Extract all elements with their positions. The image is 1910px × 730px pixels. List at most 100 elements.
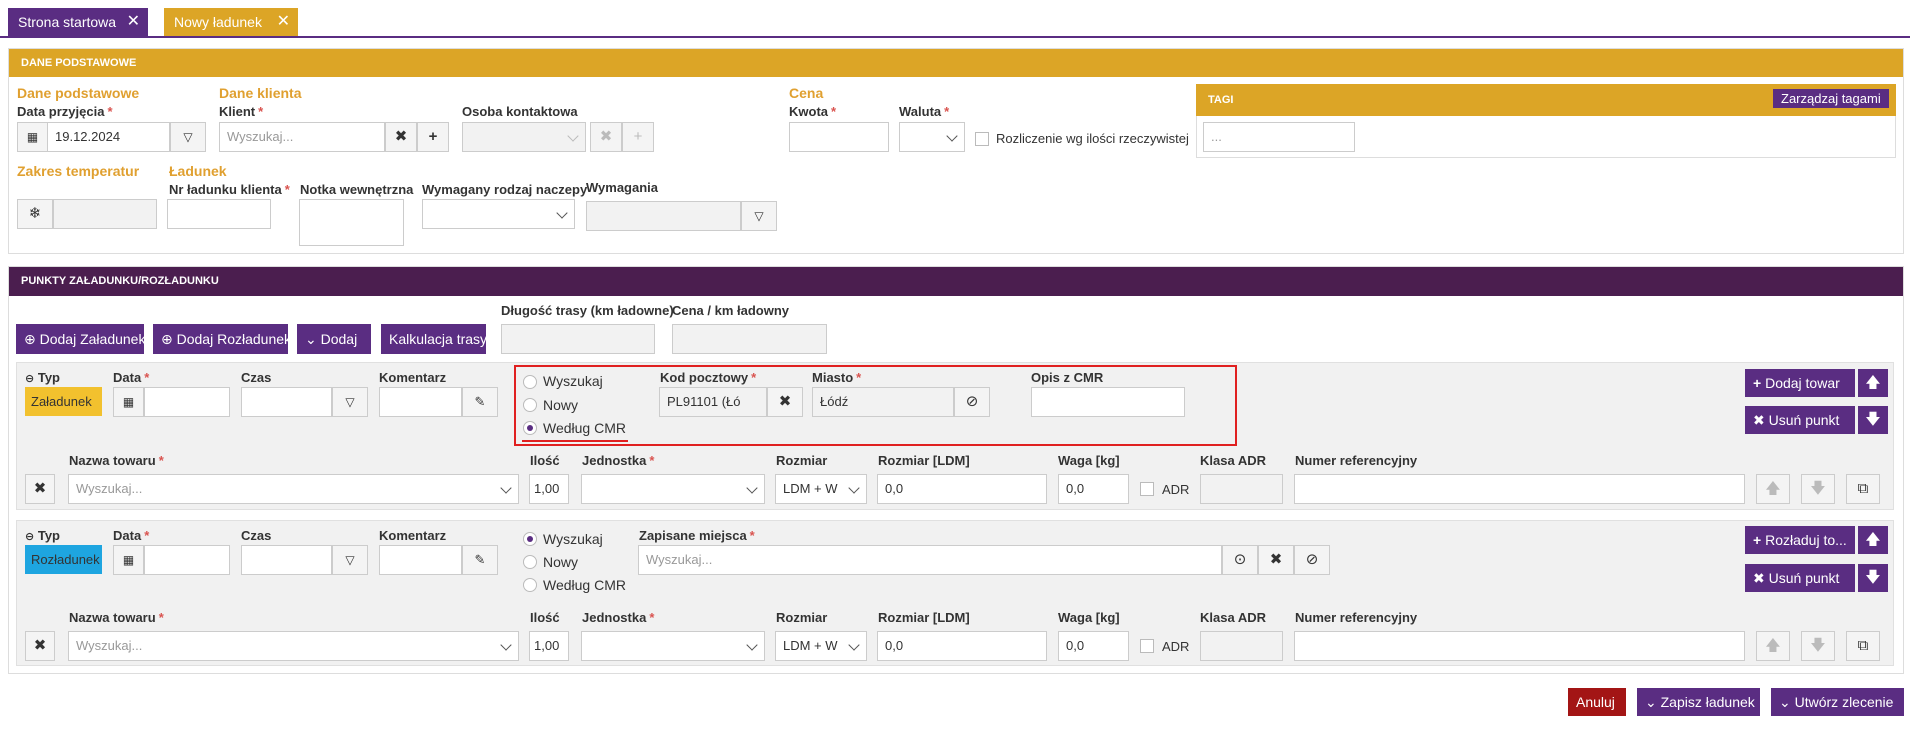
size-select[interactable]: LDM + W	[775, 474, 867, 504]
calendar-icon[interactable]: ▦	[113, 387, 144, 417]
ldm-label: Rozmiar [LDM]	[878, 610, 970, 625]
adr-class-input[interactable]	[1200, 631, 1283, 661]
copy-icon[interactable]: ⧉	[1846, 474, 1880, 504]
remove-point-button[interactable]: ✖ Usuń punkt	[1745, 406, 1855, 434]
settle-checkbox[interactable]	[975, 132, 989, 146]
stop-date-input[interactable]	[144, 387, 230, 417]
price-per-km-input[interactable]	[672, 324, 827, 354]
adr-class-input[interactable]	[1200, 474, 1283, 504]
edit-icon[interactable]: ✎	[462, 545, 498, 575]
contact-clear-icon[interactable]: ✖	[590, 122, 622, 152]
target-icon[interactable]: ⊙	[1222, 545, 1258, 575]
route-length-input[interactable]	[501, 324, 655, 354]
move-down-icon[interactable]: 🡇	[1858, 406, 1888, 434]
goods-up-icon[interactable]: 🡅	[1756, 631, 1790, 661]
collapse-icon[interactable]: ⊖	[25, 531, 34, 543]
route-calc-button[interactable]: Kalkulacja trasy	[381, 324, 487, 354]
radio-by-cmr[interactable]	[523, 578, 537, 592]
unit-select[interactable]	[581, 631, 765, 661]
goods-select[interactable]: Wyszukaj...	[68, 474, 519, 504]
unload-to-button[interactable]: + Rozładuj to...	[1745, 526, 1855, 554]
city-input[interactable]: Łódź	[812, 387, 954, 417]
collapse-icon[interactable]: ⊖	[25, 373, 34, 385]
weight-input[interactable]: 0,0	[1058, 474, 1129, 504]
temperature-input[interactable]	[53, 199, 157, 229]
unit-label: Jednostka *	[582, 453, 655, 468]
currency-select[interactable]	[899, 122, 965, 152]
postal-clear-icon[interactable]: ✖	[767, 387, 803, 417]
close-icon[interactable]: ✕	[277, 8, 290, 36]
add-loading-button[interactable]: ⊕ Dodaj Załadunek	[16, 324, 145, 354]
client-add-icon[interactable]: +	[417, 122, 449, 152]
copy-icon[interactable]: ⧉	[1846, 631, 1880, 661]
requirements-filter-icon[interactable]: ▽	[741, 201, 777, 231]
remove-goods-icon[interactable]: ✖	[25, 631, 55, 661]
goods-down-icon[interactable]: 🡇	[1801, 474, 1835, 504]
cmr-desc-input[interactable]	[1031, 387, 1185, 417]
note-textarea[interactable]	[299, 199, 404, 246]
stop-date-input[interactable]	[144, 545, 230, 575]
radio-search[interactable]	[523, 375, 537, 389]
amount-input[interactable]	[789, 122, 889, 152]
radio-new[interactable]	[523, 398, 537, 412]
date-filter-icon[interactable]: ▽	[170, 122, 206, 152]
manage-tags-button[interactable]: Zarządzaj tagami	[1773, 89, 1889, 108]
move-down-icon[interactable]: 🡇	[1858, 564, 1888, 592]
snowflake-icon[interactable]: ❄	[17, 199, 53, 229]
cargo-no-input[interactable]	[167, 199, 271, 229]
adr-checkbox[interactable]	[1140, 482, 1154, 496]
qty-input[interactable]: 1,00	[529, 631, 569, 661]
time-filter-icon[interactable]: ▽	[332, 387, 368, 417]
client-clear-icon[interactable]: ✖	[385, 122, 417, 152]
ldm-input[interactable]: 0,0	[877, 474, 1047, 504]
tab-home[interactable]: Strona startowa ✕	[8, 8, 148, 36]
requirements-input[interactable]	[586, 201, 741, 231]
date-input[interactable]: 19.12.2024	[47, 122, 170, 152]
section-temperature: Zakres temperatur	[17, 163, 140, 179]
unit-select[interactable]	[581, 474, 765, 504]
move-up-icon[interactable]: 🡅	[1858, 526, 1888, 554]
add-goods-button[interactable]: + Dodaj towar	[1745, 369, 1855, 397]
remove-goods-icon[interactable]: ✖	[25, 474, 55, 504]
weight-input[interactable]: 0,0	[1058, 631, 1129, 661]
client-search-input[interactable]: Wyszukaj...	[219, 122, 385, 152]
goods-up-icon[interactable]: 🡅	[1756, 474, 1790, 504]
ref-no-input[interactable]	[1294, 631, 1745, 661]
tags-input[interactable]: ...	[1203, 122, 1355, 152]
goods-select[interactable]: Wyszukaj...	[68, 631, 519, 661]
add-dropdown-button[interactable]: ⌄ Dodaj	[297, 324, 371, 354]
contact-select[interactable]	[462, 122, 586, 152]
tab-new-cargo[interactable]: Nowy ładunek ✕	[164, 8, 298, 36]
move-up-icon[interactable]: 🡅	[1858, 369, 1888, 397]
calendar-icon[interactable]: ▦	[113, 545, 144, 575]
time-filter-icon[interactable]: ▽	[332, 545, 368, 575]
stop-time-input[interactable]	[241, 387, 332, 417]
qty-input[interactable]: 1,00	[529, 474, 569, 504]
stop-time-input[interactable]	[241, 545, 332, 575]
trailer-select[interactable]	[422, 199, 575, 229]
edit-icon[interactable]: ✎	[462, 387, 498, 417]
calendar-icon[interactable]: ▦	[17, 122, 48, 152]
contact-add-icon[interactable]: +	[622, 122, 654, 152]
stop-comment-input[interactable]	[379, 545, 462, 575]
compass-icon[interactable]: ⊘	[1294, 545, 1330, 575]
close-icon[interactable]: ✕	[127, 8, 140, 36]
create-order-button[interactable]: ⌄ Utwórz zlecenie	[1771, 688, 1904, 716]
cancel-button[interactable]: Anuluj	[1568, 688, 1626, 716]
radio-new[interactable]	[523, 555, 537, 569]
ldm-input[interactable]: 0,0	[877, 631, 1047, 661]
compass-icon[interactable]: ⊘	[954, 387, 990, 417]
remove-point-button[interactable]: ✖ Usuń punkt	[1745, 564, 1855, 592]
size-select[interactable]: LDM + W	[775, 631, 867, 661]
ref-no-input[interactable]	[1294, 474, 1745, 504]
saved-places-input[interactable]: Wyszukaj...	[638, 545, 1222, 575]
postal-code-input[interactable]: PL91101 (Łó	[659, 387, 767, 417]
goods-down-icon[interactable]: 🡇	[1801, 631, 1835, 661]
adr-checkbox[interactable]	[1140, 639, 1154, 653]
radio-search[interactable]	[523, 532, 537, 546]
add-unloading-button[interactable]: ⊕ Dodaj Rozładunek	[153, 324, 291, 354]
radio-by-cmr[interactable]	[523, 421, 537, 435]
save-cargo-button[interactable]: ⌄ Zapisz ładunek	[1637, 688, 1760, 716]
stop-comment-input[interactable]	[379, 387, 462, 417]
saved-clear-icon[interactable]: ✖	[1258, 545, 1294, 575]
